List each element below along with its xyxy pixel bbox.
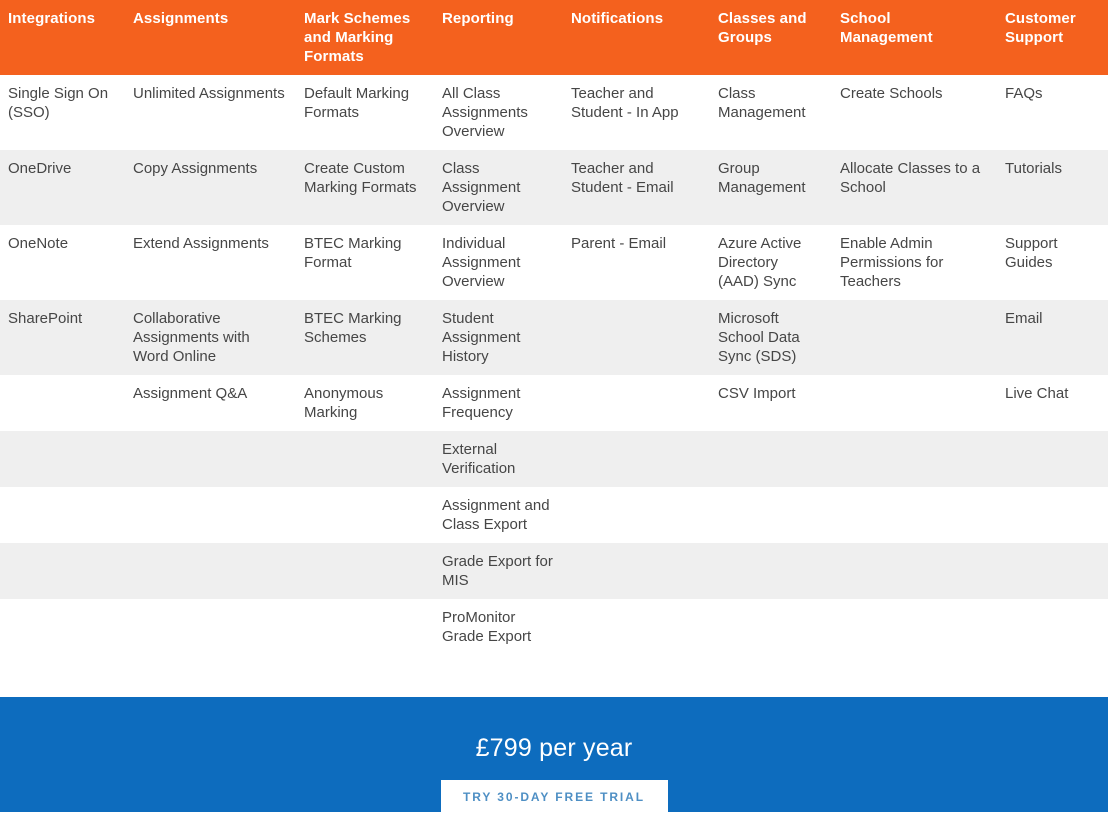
table-cell — [563, 599, 710, 655]
table-cell: Group Management — [710, 150, 832, 225]
feature-comparison-table: Integrations Assignments Mark Schemes and … — [0, 0, 1108, 655]
table-cell — [563, 431, 710, 487]
table-cell: Enable Admin Permissions for Teachers — [832, 225, 997, 300]
table-cell: Default Marking Formats — [296, 75, 434, 150]
table-cell — [832, 487, 997, 543]
table-cell: Parent - Email — [563, 225, 710, 300]
table-cell: Extend Assignments — [125, 225, 296, 300]
table-cell: All Class Assignments Overview — [434, 75, 563, 150]
table-cell: FAQs — [997, 75, 1108, 150]
table-cell — [563, 543, 710, 599]
table-row: Assignment Q&A Anonymous Marking Assignmen… — [0, 375, 1108, 431]
table-cell: Create Custom Marking Formats — [296, 150, 434, 225]
column-header-0: Integrations — [0, 0, 125, 75]
table-cell: BTEC Marking Format — [296, 225, 434, 300]
table-cell: Microsoft School Data Sync (SDS) — [710, 300, 832, 375]
table-cell: SharePoint — [0, 300, 125, 375]
table-cell: Class Assignment Overview — [434, 150, 563, 225]
table-row: Single Sign On (SSO) Unlimited Assignment… — [0, 75, 1108, 150]
column-header-1: Assignments — [125, 0, 296, 75]
table-cell — [710, 431, 832, 487]
table-cell: Email — [997, 300, 1108, 375]
table-row: ProMonitor Grade Export — [0, 599, 1108, 655]
table-cell — [710, 487, 832, 543]
table-cell — [832, 300, 997, 375]
table-cell: Teacher and Student - Email — [563, 150, 710, 225]
table-cell — [296, 431, 434, 487]
table-row: External Verification — [0, 431, 1108, 487]
table-cell — [0, 487, 125, 543]
table-cell: Support Guides — [997, 225, 1108, 300]
table-cell: OneNote — [0, 225, 125, 300]
table-cell — [0, 543, 125, 599]
table-header-row: Integrations Assignments Mark Schemes and … — [0, 0, 1108, 75]
table-cell: Create Schools — [832, 75, 997, 150]
table-cell: OneDrive — [0, 150, 125, 225]
table-row: Assignment and Class Export — [0, 487, 1108, 543]
table-cell — [832, 599, 997, 655]
table-cell: Teacher and Student - In App — [563, 75, 710, 150]
table-cell — [0, 431, 125, 487]
table-cell — [710, 599, 832, 655]
free-trial-button[interactable]: TRY 30-DAY FREE TRIAL — [440, 780, 668, 814]
table-row: OneNote Extend Assignments BTEC Marking Fo… — [0, 225, 1108, 300]
table-cell: Allocate Classes to a School — [832, 150, 997, 225]
table-cell: Azure Active Directory (AAD) Sync — [710, 225, 832, 300]
table-row: Grade Export for MIS — [0, 543, 1108, 599]
table-cell — [125, 431, 296, 487]
table-cell: Individual Assignment Overview — [434, 225, 563, 300]
cta-panel: £799 per year TRY 30-DAY FREE TRIAL — [0, 697, 1108, 814]
table-cell — [296, 599, 434, 655]
table-cell: Assignment Q&A — [125, 375, 296, 431]
table-cell: Anonymous Marking — [296, 375, 434, 431]
column-header-4: Notifications — [563, 0, 710, 75]
table-cell — [997, 543, 1108, 599]
table-cell — [832, 375, 997, 431]
table-cell: ProMonitor Grade Export — [434, 599, 563, 655]
table-cell: CSV Import — [710, 375, 832, 431]
table-cell: Class Management — [710, 75, 832, 150]
column-header-3: Reporting — [434, 0, 563, 75]
table-cell — [0, 599, 125, 655]
table-cell: External Verification — [434, 431, 563, 487]
table-cell: Tutorials — [997, 150, 1108, 225]
table-cell — [832, 431, 997, 487]
column-header-7: Customer Support — [997, 0, 1108, 75]
table-cell: Collaborative Assignments with Word Onli… — [125, 300, 296, 375]
table-cell — [0, 375, 125, 431]
table-cell — [997, 431, 1108, 487]
table-row: OneDrive Copy Assignments Create Custom Ma… — [0, 150, 1108, 225]
table-cell: Live Chat — [997, 375, 1108, 431]
table-cell — [125, 487, 296, 543]
table-cell — [563, 487, 710, 543]
table-cell — [125, 543, 296, 599]
table-cell — [832, 543, 997, 599]
column-header-2: Mark Schemes and Marking Formats — [296, 0, 434, 75]
table-row: SharePoint Collaborative Assignments with… — [0, 300, 1108, 375]
table-body: Single Sign On (SSO) Unlimited Assignment… — [0, 75, 1108, 655]
column-header-5: Classes and Groups — [710, 0, 832, 75]
table-cell — [710, 543, 832, 599]
price-label: £799 per year — [475, 734, 633, 762]
table-cell — [563, 375, 710, 431]
table-cell: BTEC Marking Schemes — [296, 300, 434, 375]
table-header: Integrations Assignments Mark Schemes and … — [0, 0, 1108, 75]
table-cell: Grade Export for MIS — [434, 543, 563, 599]
table-cell — [997, 487, 1108, 543]
table-cell — [296, 543, 434, 599]
table-cell — [997, 599, 1108, 655]
table-cell — [563, 300, 710, 375]
table-cell — [125, 599, 296, 655]
table-cell: Assignment Frequency — [434, 375, 563, 431]
table-cell: Assignment and Class Export — [434, 487, 563, 543]
table-cell: Student Assignment History — [434, 300, 563, 375]
table-cell: Copy Assignments — [125, 150, 296, 225]
pricing-feature-page: Integrations Assignments Mark Schemes and … — [0, 0, 1108, 814]
table-cell — [296, 487, 434, 543]
table-cell: Single Sign On (SSO) — [0, 75, 125, 150]
column-header-6: School Management — [832, 0, 997, 75]
table-cell: Unlimited Assignments — [125, 75, 296, 150]
